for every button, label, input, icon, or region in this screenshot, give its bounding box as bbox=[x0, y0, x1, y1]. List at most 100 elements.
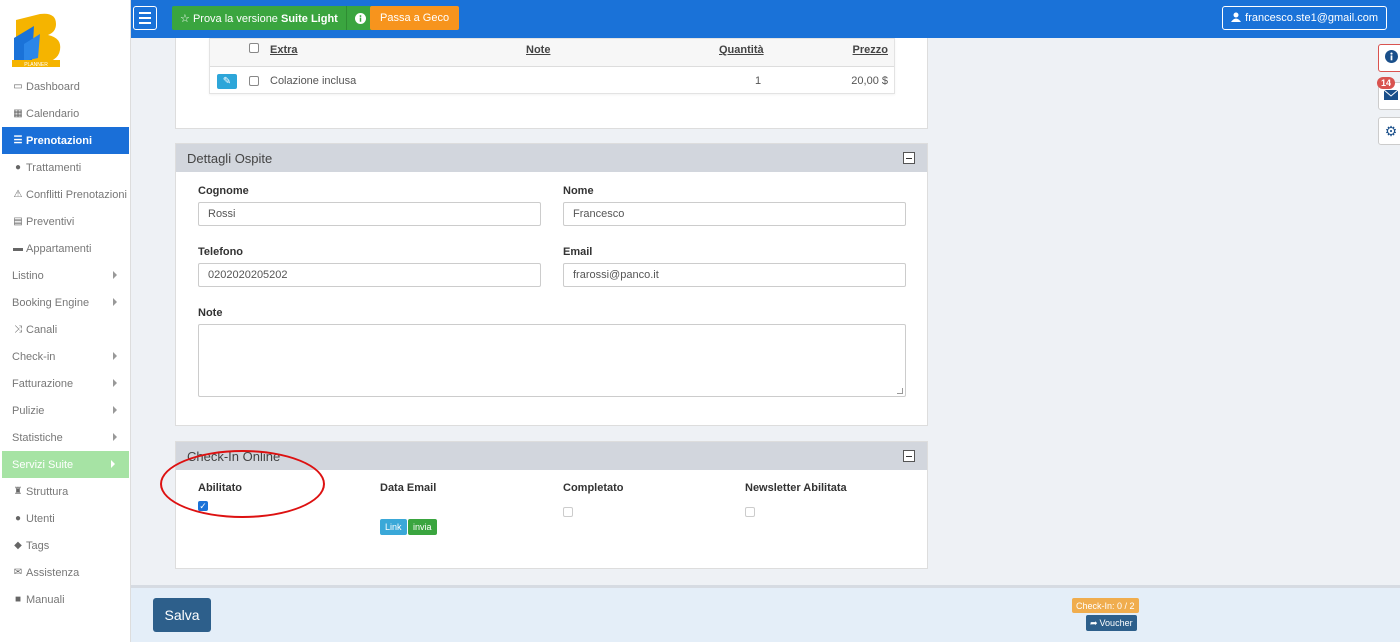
sidebar-item-manuali[interactable]: ■ Manuali bbox=[0, 586, 131, 613]
guest-details-panel: Dettagli Ospite Cognome Rossi Nome Franc… bbox=[175, 143, 928, 426]
calendar-icon: ▦ bbox=[13, 108, 23, 119]
cognome-label: Cognome bbox=[198, 185, 249, 197]
header-quantita[interactable]: Quantità bbox=[719, 44, 764, 56]
share-icon: ➦ bbox=[1090, 617, 1098, 628]
sidebar-item-label: Tags bbox=[26, 539, 50, 552]
collapse-button[interactable] bbox=[903, 450, 915, 462]
user-icon bbox=[1231, 12, 1242, 25]
top-bar: ☆ Prova la versione Suite Light Passa a … bbox=[131, 0, 1400, 38]
newsletter-label: Newsletter Abilitata bbox=[745, 482, 847, 494]
note-textarea[interactable] bbox=[198, 324, 906, 397]
sidebar-item-listino[interactable]: Listino bbox=[0, 262, 131, 289]
link-button[interactable]: Link bbox=[380, 519, 407, 535]
select-all-checkbox[interactable] bbox=[249, 43, 259, 53]
castle-icon: ♜ bbox=[13, 486, 23, 497]
newsletter-checkbox[interactable] bbox=[745, 507, 755, 517]
row-checkbox[interactable] bbox=[249, 76, 259, 86]
completato-checkbox[interactable] bbox=[563, 507, 573, 517]
settings-button[interactable]: ⚙ bbox=[1378, 117, 1400, 145]
user-email: francesco.ste1@gmail.com bbox=[1245, 12, 1378, 24]
sidebar-item-calendario[interactable]: ▦ Calendario bbox=[0, 100, 131, 127]
sidebar-item-label: Booking Engine bbox=[12, 296, 90, 309]
sidebar-item-struttura[interactable]: ♜ Struttura bbox=[0, 478, 131, 505]
sidebar-item-conflitti[interactable]: ⚠ Conflitti Prenotazioni bbox=[0, 181, 131, 208]
abilitato-checkbox[interactable]: ✓ bbox=[198, 501, 208, 511]
sidebar-item-tags[interactable]: ◆ Tags bbox=[0, 532, 131, 559]
gears-icon: ⚙ bbox=[1384, 122, 1398, 139]
sidebar-item-pulizie[interactable]: Pulizie bbox=[0, 397, 131, 424]
sidebar-item-assistenza[interactable]: ✉ Assistenza bbox=[0, 559, 131, 586]
sidebar-item-check-in[interactable]: Check-in bbox=[0, 343, 131, 370]
nome-field[interactable]: Francesco bbox=[563, 202, 906, 226]
collapse-button[interactable] bbox=[903, 152, 915, 164]
suite-light-label: ☆ Prova la versione Suite Light bbox=[172, 12, 346, 25]
invia-button[interactable]: invia bbox=[408, 519, 437, 535]
sidebar-item-servizi-suite[interactable]: Servizi Suite bbox=[2, 451, 129, 478]
sidebar-item-canali[interactable]: ⤨ Canali bbox=[0, 316, 131, 343]
sidebar-item-label: Trattamenti bbox=[26, 161, 82, 174]
panel-title: Dettagli Ospite bbox=[187, 150, 273, 166]
data-email-label: Data Email bbox=[380, 482, 437, 494]
sidebar-item-appartamenti[interactable]: ▬ Appartamenti bbox=[0, 235, 131, 262]
sidebar-item-trattamenti[interactable]: ● Trattamenti bbox=[0, 154, 131, 181]
sidebar-item-label: Preventivi bbox=[26, 215, 75, 228]
sidebar-item-utenti[interactable]: ● Utenti bbox=[0, 505, 131, 532]
user-account-button[interactable]: francesco.ste1@gmail.com bbox=[1222, 6, 1387, 30]
caret-right-icon bbox=[113, 406, 117, 414]
suite-light-button[interactable]: ☆ Prova la versione Suite Light bbox=[172, 6, 374, 30]
table-row: ✎ Colazione inclusa 1 20,00 $ bbox=[210, 67, 894, 95]
app-logo[interactable]: PLANNER bbox=[10, 8, 68, 68]
caret-right-icon bbox=[113, 352, 117, 360]
passa-a-geco-button[interactable]: Passa a Geco bbox=[370, 6, 460, 30]
bed-icon: ▬ bbox=[13, 243, 23, 254]
sidebar-item-label: Servizi Suite bbox=[12, 458, 74, 471]
telefono-field[interactable]: 0202020205202 bbox=[198, 263, 541, 287]
checkin-online-header: Check-In Online bbox=[176, 442, 927, 470]
header-extra[interactable]: Extra bbox=[270, 44, 298, 56]
voucher-label: Voucher bbox=[1099, 618, 1133, 628]
email-label: Email bbox=[563, 246, 593, 258]
sidebar-item-label: Appartamenti bbox=[26, 242, 92, 255]
sidebar-item-label: Canali bbox=[26, 323, 58, 336]
voucher-button[interactable]: ➦ Voucher bbox=[1086, 615, 1137, 631]
messages-count-badge: 14 bbox=[1377, 77, 1396, 89]
suite-label-prefix: Prova la versione bbox=[192, 12, 278, 25]
cell-prezzo: 20,00 $ bbox=[851, 75, 888, 87]
sidebar-item-booking-engine[interactable]: Booking Engine bbox=[0, 289, 131, 316]
sidebar-item-fatturazione[interactable]: Fatturazione bbox=[0, 370, 131, 397]
edit-button[interactable]: ✎ bbox=[217, 74, 237, 89]
save-button[interactable]: Salva bbox=[153, 598, 211, 632]
email-field[interactable]: frarossi@panco.it bbox=[563, 263, 906, 287]
checkin-count-badge[interactable]: Check-In: 0 / 2 bbox=[1072, 598, 1139, 613]
nome-label: Nome bbox=[563, 185, 594, 197]
sidebar-item-dashboard[interactable]: ▭ Dashboard bbox=[0, 73, 131, 100]
caret-right-icon bbox=[111, 460, 115, 468]
header-note[interactable]: Note bbox=[526, 44, 550, 56]
envelope-icon: ✉ bbox=[13, 567, 23, 578]
sidebar-item-label: Calendario bbox=[26, 107, 80, 120]
extras-panel: Extra Note Quantità Prezzo ✎ Colazione i… bbox=[175, 38, 928, 129]
checkin-online-panel: Check-In Online Abilitato ✓ Data Email L… bbox=[175, 441, 928, 569]
shuffle-icon: ⤨ bbox=[14, 324, 22, 335]
sidebar-item-preventivi[interactable]: ▤ Preventivi bbox=[0, 208, 131, 235]
sidebar-item-statistiche[interactable]: Statistiche bbox=[0, 424, 131, 451]
sidebar-nav: ▭ Dashboard ▦ Calendario ☰ Prenotazioni ● Tr… bbox=[0, 73, 131, 613]
sidebar-item-label: Manuali bbox=[26, 593, 65, 606]
cognome-field[interactable]: Rossi bbox=[198, 202, 541, 226]
suite-label-bold: Suite Light bbox=[281, 12, 338, 25]
extras-table: Extra Note Quantità Prezzo ✎ Colazione i… bbox=[209, 38, 895, 94]
sidebar-item-label: Struttura bbox=[26, 485, 69, 498]
info-panel-button[interactable] bbox=[1378, 44, 1400, 72]
sidebar-item-label: Dashboard bbox=[26, 80, 80, 93]
envelope-icon bbox=[1383, 89, 1399, 103]
sidebar-item-prenotazioni[interactable]: ☰ Prenotazioni bbox=[2, 127, 129, 154]
sidebar-item-label: Statistiche bbox=[12, 431, 63, 444]
book-icon: ■ bbox=[14, 594, 22, 605]
header-prezzo[interactable]: Prezzo bbox=[853, 44, 888, 56]
tags-icon: ◆ bbox=[14, 540, 22, 551]
list-icon: ☰ bbox=[13, 135, 23, 146]
cell-extra: Colazione inclusa bbox=[270, 75, 357, 87]
footer-bar: Salva Check-In: 0 / 2 ➦ Voucher bbox=[131, 585, 1400, 642]
resize-handle[interactable] bbox=[897, 388, 903, 394]
menu-toggle-button[interactable] bbox=[133, 6, 157, 30]
